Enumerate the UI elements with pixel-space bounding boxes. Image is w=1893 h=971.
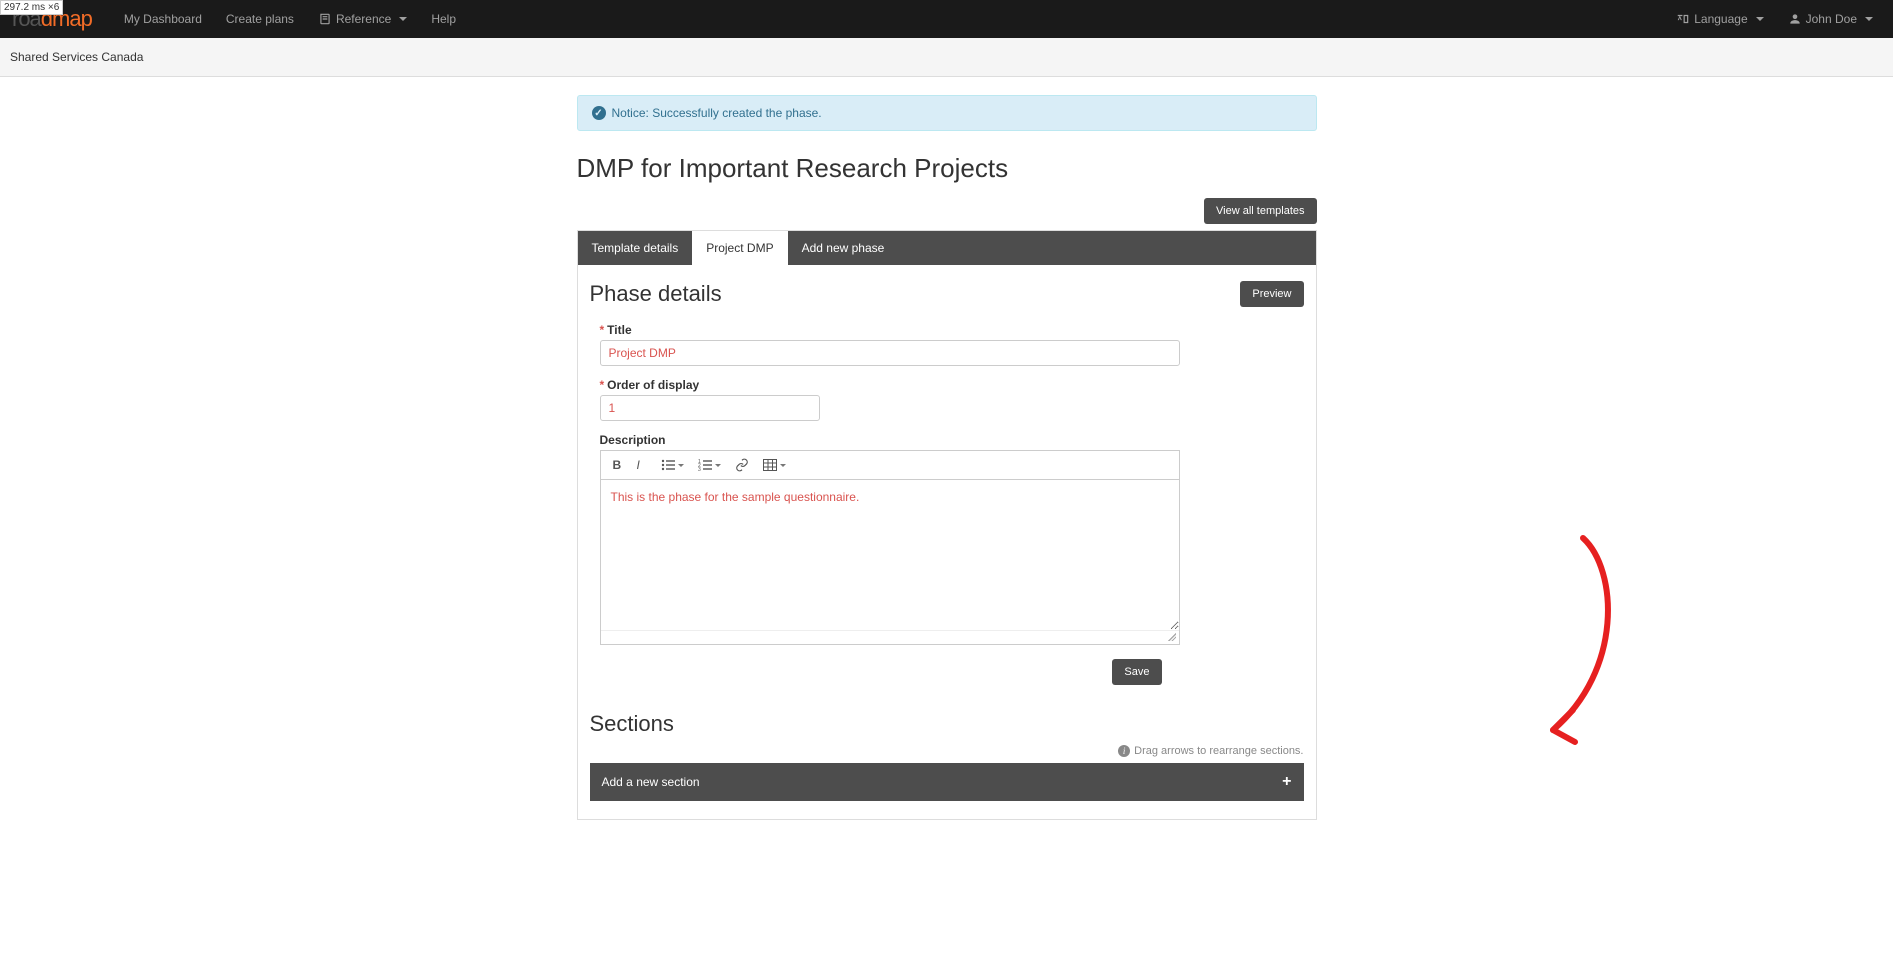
table-button[interactable] xyxy=(757,456,792,474)
phase-details-heading: Phase details xyxy=(590,281,722,307)
nav-help[interactable]: Help xyxy=(419,0,468,38)
user-icon xyxy=(1788,12,1802,26)
nav-dashboard[interactable]: My Dashboard xyxy=(112,0,214,38)
notice-alert: ✓ Notice: Successfully created the phase… xyxy=(577,95,1317,131)
tab-project-dmp[interactable]: Project DMP xyxy=(692,231,787,265)
add-section-bar[interactable]: Add a new section + xyxy=(590,763,1304,801)
language-icon xyxy=(1676,12,1690,26)
description-editor: B I 123 xyxy=(600,450,1180,645)
table-icon xyxy=(763,459,777,471)
number-list-icon: 123 xyxy=(698,459,712,471)
chevron-down-icon xyxy=(1756,17,1764,21)
save-button[interactable]: Save xyxy=(1112,659,1161,685)
nav-user-label: John Doe xyxy=(1806,12,1857,26)
hand-arrow-annotation xyxy=(1523,530,1643,763)
bold-button[interactable]: B xyxy=(607,455,629,475)
svg-text:3: 3 xyxy=(698,467,701,471)
view-all-templates-button[interactable]: View all templates xyxy=(1204,198,1316,224)
title-input[interactable] xyxy=(600,340,1180,366)
perf-badge: 297.2 ms ×6 xyxy=(0,0,63,15)
order-label: *Order of display xyxy=(600,378,1304,392)
title-label-text: Title xyxy=(607,323,631,337)
notice-prefix: Notice: xyxy=(612,106,649,120)
description-textarea[interactable]: This is the phase for the sample questio… xyxy=(601,480,1179,630)
bullet-list-icon xyxy=(661,459,675,471)
description-label: Description xyxy=(600,433,1304,447)
check-circle-icon: ✓ xyxy=(592,106,606,120)
link-button[interactable] xyxy=(729,455,755,475)
tabs: Template details Project DMP Add new pha… xyxy=(578,231,1316,265)
info-icon: i xyxy=(1118,745,1130,757)
nav-reference-label: Reference xyxy=(336,12,391,26)
nav-language-label: Language xyxy=(1694,12,1747,26)
editor-toolbar: B I 123 xyxy=(601,451,1179,480)
logo-p: p xyxy=(81,6,92,31)
nav-create-plans[interactable]: Create plans xyxy=(214,0,306,38)
plus-icon: + xyxy=(1282,773,1291,791)
tab-template-details[interactable]: Template details xyxy=(578,231,693,265)
bullet-list-button[interactable] xyxy=(655,456,690,474)
sections-hint-text: Drag arrows to rearrange sections. xyxy=(1134,745,1303,757)
order-input[interactable] xyxy=(600,395,820,421)
nav-user[interactable]: John Doe xyxy=(1776,0,1885,38)
main-content: ✓ Notice: Successfully created the phase… xyxy=(577,95,1317,820)
chevron-down-icon xyxy=(399,17,407,21)
page-title: DMP for Important Research Projects xyxy=(577,153,1317,184)
preview-button[interactable]: Preview xyxy=(1240,281,1303,307)
nav-language[interactable]: Language xyxy=(1664,0,1775,38)
template-panel: Template details Project DMP Add new pha… xyxy=(577,230,1317,820)
sections-hint: i Drag arrows to rearrange sections. xyxy=(590,745,1304,757)
chevron-down-icon xyxy=(1865,17,1873,21)
link-icon xyxy=(735,458,749,472)
breadcrumb: Shared Services Canada xyxy=(0,38,1893,77)
book-icon xyxy=(318,12,332,26)
top-navbar: roadmap My Dashboard Create plans Refere… xyxy=(0,0,1893,38)
sections-heading: Sections xyxy=(590,711,1304,737)
notice-text: Successfully created the phase. xyxy=(652,106,821,120)
nav-reference[interactable]: Reference xyxy=(306,0,419,38)
order-label-text: Order of display xyxy=(607,378,699,392)
resize-handle[interactable] xyxy=(601,630,1179,644)
italic-button[interactable]: I xyxy=(631,455,653,475)
title-label: *Title xyxy=(600,323,1304,337)
add-section-label: Add a new section xyxy=(602,775,700,789)
number-list-button[interactable]: 123 xyxy=(692,456,727,474)
tab-add-new-phase[interactable]: Add new phase xyxy=(788,231,899,265)
